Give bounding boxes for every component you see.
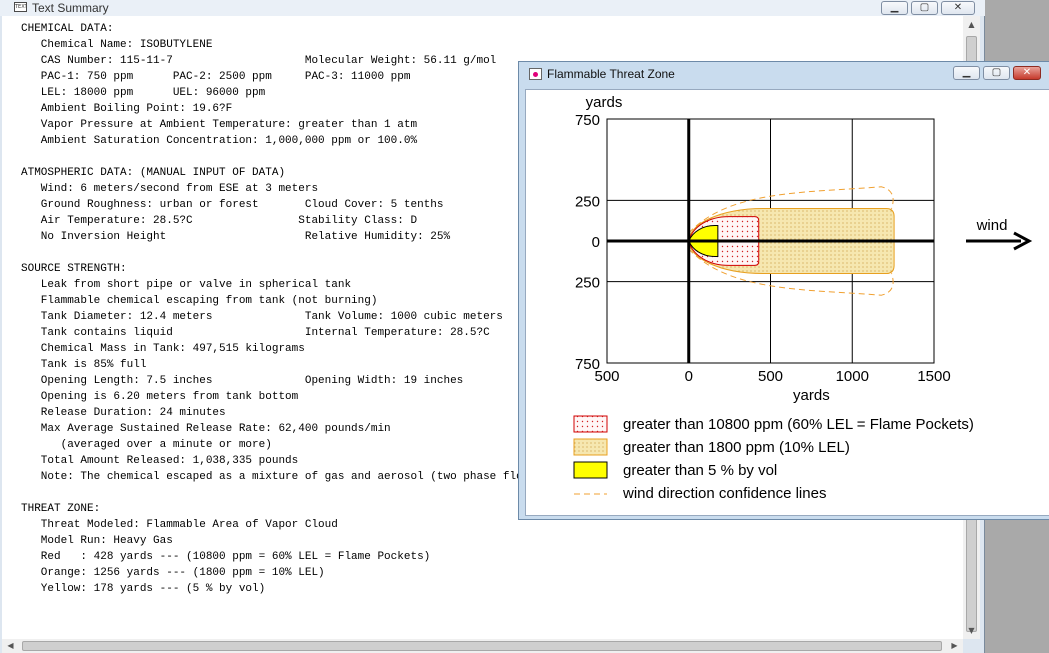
summary-line: SOURCE STRENGTH: — [21, 263, 127, 275]
summary-line — [21, 149, 543, 165]
wind-label: wind — [976, 217, 1008, 234]
summary-line: Tank is 85% full — [21, 359, 147, 371]
summary-line: Ambient Boiling Point: 19.6?F — [21, 103, 233, 115]
summary-line: Ground Roughness: urban or forest Cloud … — [21, 199, 444, 211]
horizontal-scroll-thumb[interactable] — [22, 641, 942, 651]
threat-zone-app-icon — [529, 68, 542, 80]
summary-text: CHEMICAL DATA: Chemical Name: ISOBUTYLEN… — [21, 21, 543, 597]
summary-line: Flammable chemical escaping from tank (n… — [21, 295, 378, 307]
summary-line: Model Run: Heavy Gas — [21, 535, 173, 547]
window-title: Text Summary — [32, 1, 109, 15]
y-tick-label: 750 — [575, 112, 600, 129]
summary-line: LEL: 18000 ppm UEL: 96000 ppm — [21, 87, 266, 99]
y-axis-title: yards — [586, 94, 623, 111]
legend-label: greater than 10800 ppm (60% LEL = Flame … — [623, 416, 974, 433]
x-tick-label: 0 — [685, 368, 693, 385]
summary-line: Yellow: 178 yards --- (5 % by vol) — [21, 583, 266, 595]
legend-label: wind direction confidence lines — [622, 485, 826, 502]
y-tick-label: 250 — [575, 275, 600, 292]
threat-zone-titlebar[interactable]: Flammable Threat Zone ▁ ▢ ✕ — [519, 62, 1049, 87]
summary-line: Red : 428 yards --- (10800 ppm = 60% LEL… — [21, 551, 431, 563]
legend-swatch-yellow — [573, 461, 608, 479]
threat-zone-chart: 500 0 500 1000 15007502500250750yardsyardswi… — [573, 94, 1033, 502]
caption-buttons: ▁ ▢ ✕ — [881, 1, 975, 15]
y-tick-label: 750 — [575, 356, 600, 373]
summary-line: Wind: 6 meters/second from ESE at 3 mete… — [21, 183, 319, 195]
minimize-button[interactable]: ▁ — [881, 1, 908, 15]
y-tick-label: 250 — [575, 193, 600, 210]
summary-line: Leak from short pipe or valve in spheric… — [21, 279, 352, 291]
scroll-up-icon[interactable]: ▲ — [963, 16, 980, 33]
summary-line: CHEMICAL DATA: — [21, 23, 114, 35]
summary-line: (averaged over a minute or more) — [21, 439, 272, 451]
summary-line: Opening is 6.20 meters from tank bottom — [21, 391, 299, 403]
text-summary-titlebar[interactable]: TEXT Text Summary ▁ ▢ ✕ — [0, 0, 985, 16]
threat-zone-window: Flammable Threat Zone ▁ ▢ ✕ 500 0 500 1000 1… — [518, 61, 1049, 520]
scroll-down-icon[interactable]: ▼ — [963, 622, 980, 639]
summary-line: Chemical Name: ISOBUTYLENE — [21, 39, 213, 51]
horizontal-scrollbar[interactable]: ◀ ▶ — [2, 639, 963, 653]
window-title: Flammable Threat Zone — [547, 67, 675, 81]
summary-line: Chemical Mass in Tank: 497,515 kilograms — [21, 343, 305, 355]
summary-line — [21, 245, 543, 261]
summary-line: No Inversion Height Relative Humidity: 2… — [21, 231, 451, 243]
x-axis-title: yards — [793, 387, 830, 404]
x-tick-label: 1000 — [836, 368, 869, 385]
summary-line: Tank contains liquid Internal Temperatur… — [21, 327, 490, 339]
maximize-button[interactable]: ▢ — [911, 1, 938, 15]
summary-line: Note: The chemical escaped as a mixture … — [21, 471, 543, 483]
close-button[interactable]: ✕ — [941, 1, 975, 15]
caption-buttons: ▁ ▢ ✕ — [953, 66, 1041, 80]
legend-label: greater than 5 % by vol — [623, 462, 777, 479]
legend-swatch-orange — [573, 438, 608, 456]
summary-line: Vapor Pressure at Ambient Temperature: g… — [21, 119, 418, 131]
summary-line: ATMOSPHERIC DATA: (MANUAL INPUT OF DATA) — [21, 167, 286, 179]
legend-swatch-red — [573, 415, 608, 433]
threat-zone-plot-area: 500 0 500 1000 1500 750 250 0 250 750 yards yards wi… — [525, 89, 1049, 516]
summary-line: CAS Number: 115-11-7 Molecular Weight: 5… — [21, 55, 497, 67]
text-document-icon: TEXT — [14, 2, 27, 12]
summary-line: Total Amount Released: 1,038,335 pounds — [21, 455, 299, 467]
y-tick-label: 0 — [592, 234, 600, 251]
legend-label: greater than 1800 ppm (10% LEL) — [623, 439, 850, 456]
summary-line: Max Average Sustained Release Rate: 62,4… — [21, 423, 391, 435]
scroll-right-icon[interactable]: ▶ — [946, 639, 963, 653]
summary-line: Release Duration: 24 minutes — [21, 407, 226, 419]
scroll-left-icon[interactable]: ◀ — [2, 639, 19, 653]
summary-line: Orange: 1256 yards --- (1800 ppm = 10% L… — [21, 567, 325, 579]
summary-line: Tank Diameter: 12.4 meters Tank Volume: … — [21, 311, 503, 323]
summary-line — [21, 485, 543, 501]
summary-line: Ambient Saturation Concentration: 1,000,… — [21, 135, 418, 147]
x-tick-label: 500 — [758, 368, 783, 385]
summary-line: Threat Modeled: Flammable Area of Vapor … — [21, 519, 338, 531]
close-button[interactable]: ✕ — [1013, 66, 1041, 80]
summary-line: PAC-1: 750 ppm PAC-2: 2500 ppm PAC-3: 11… — [21, 71, 411, 83]
maximize-button[interactable]: ▢ — [983, 66, 1010, 80]
x-tick-label: 1500 — [917, 368, 950, 385]
summary-line: Air Temperature: 28.5?C Stability Class:… — [21, 215, 418, 227]
minimize-button[interactable]: ▁ — [953, 66, 980, 80]
summary-line: Opening Length: 7.5 inches Opening Width… — [21, 375, 464, 387]
summary-line: THREAT ZONE: — [21, 503, 101, 515]
